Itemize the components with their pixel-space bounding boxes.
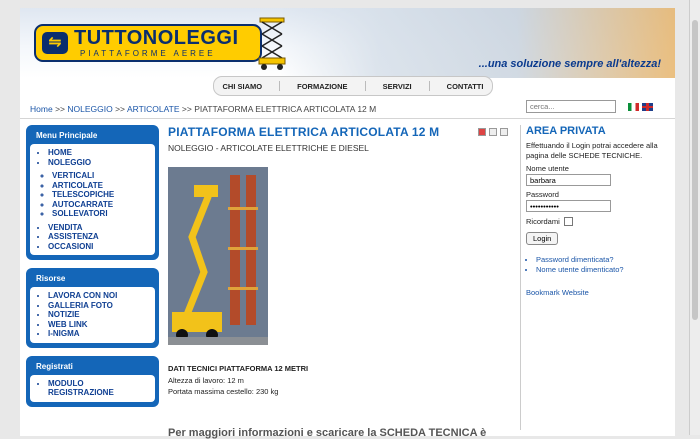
module-title: Registrati xyxy=(36,361,73,371)
technical-data-title: DATI TECNICI PIATTAFORMA 12 METRI xyxy=(168,364,309,373)
breadcrumb-current: PIATTAFORMA ELETTRICA ARTICOLATA 12 M xyxy=(194,104,377,114)
breadcrumb-separator: >> xyxy=(181,104,192,114)
column-divider xyxy=(520,125,521,430)
registrati-item-modulo-registrazione[interactable]: MODULO REGISTRAZIONE xyxy=(48,379,151,398)
breadcrumb-home[interactable]: Home xyxy=(30,104,53,114)
breadcrumb: Home >> NOLEGGIO >> ARTICOLATE >> PIATTA… xyxy=(30,104,376,114)
breadcrumb-separator: >> xyxy=(115,104,126,114)
submenu-item-articolate[interactable]: ARTICOLATE xyxy=(52,181,151,191)
print-icon[interactable] xyxy=(489,128,497,136)
risorse-item-lavora-con-noi[interactable]: LAVORA CON NOI xyxy=(48,291,151,301)
risorse-item-web-link[interactable]: WEB LINK xyxy=(48,320,151,330)
page: ⇋ TUTTONOLEGGI PIATTAFORME AEREE ...una … xyxy=(20,8,675,439)
technical-data-height: Altezza di lavoro: 12 m xyxy=(168,375,244,385)
content-area: Menu Principale HOME NOLEGGIO VERTICALI … xyxy=(20,118,675,439)
risorse-item-notizie[interactable]: NOTIZIE xyxy=(48,310,151,320)
module-body: LAVORA CON NOI GALLERIA FOTO NOTIZIE WEB… xyxy=(30,287,155,343)
module-body: HOME NOLEGGIO VERTICALI ARTICOLATE TELES… xyxy=(30,144,155,255)
breadcrumb-articolate[interactable]: ARTICOLATE xyxy=(127,104,180,114)
site-logo[interactable]: ⇋ TUTTONOLEGGI PIATTAFORME AEREE xyxy=(34,24,262,62)
risorse-item-i-nigma[interactable]: I-NIGMA xyxy=(48,329,151,339)
article-tools xyxy=(478,128,508,136)
nav-divider xyxy=(364,81,366,91)
module-title: Menu Principale xyxy=(36,131,98,140)
menu-item-occasioni[interactable]: OCCASIONI xyxy=(48,242,151,252)
more-info-text: Per maggiori informazioni e scaricare la… xyxy=(168,427,487,439)
email-icon[interactable] xyxy=(500,128,508,136)
submenu-item-telescopiche[interactable]: TELESCOPICHE xyxy=(52,190,151,200)
page-title: PIATTAFORMA ELETTRICA ARTICOLATA 12 M xyxy=(168,125,440,139)
risorse-module: Risorse LAVORA CON NOI GALLERIA FOTO NOT… xyxy=(26,268,159,348)
private-area-title: AREA PRIVATA xyxy=(526,125,606,137)
logo-subtitle: PIATTAFORME AEREE xyxy=(80,49,216,58)
breadcrumb-noleggio[interactable]: NOLEGGIO xyxy=(67,104,112,114)
article-category: NOLEGGIO - ARTICOLATE ELETTRICHE E DIESE… xyxy=(168,143,369,153)
main-content: PIATTAFORMA ELETTRICA ARTICOLATA 12 M NO… xyxy=(168,125,518,439)
scissor-lift-icon xyxy=(258,17,286,70)
login-button[interactable]: Login xyxy=(526,232,559,245)
right-sidebar: AREA PRIVATA Effettuando il Login potrai… xyxy=(526,125,666,297)
menu-item-vendita[interactable]: VENDITA xyxy=(48,223,151,233)
bookmark-website-link[interactable]: Bookmark Website xyxy=(526,288,666,297)
lift-logo-icon: ⇋ xyxy=(42,32,68,54)
menu-item-home[interactable]: HOME xyxy=(48,148,151,158)
forgot-password-link[interactable]: Password dimenticata? xyxy=(536,255,666,265)
nav-servizi[interactable]: SERVIZI xyxy=(383,82,412,91)
nav-contatti[interactable]: CONTATTI xyxy=(447,82,484,91)
nav-chi-siamo[interactable]: CHI SIAMO xyxy=(223,82,263,91)
header: ⇋ TUTTONOLEGGI PIATTAFORME AEREE ...una … xyxy=(20,8,675,78)
nav-divider xyxy=(279,81,281,91)
nav-formazione[interactable]: FORMAZIONE xyxy=(297,82,347,91)
account-links: Password dimenticata? Nome utente diment… xyxy=(526,255,666,274)
forgot-username-link[interactable]: Nome utente dimenticato? xyxy=(536,265,666,275)
submenu-item-verticali[interactable]: VERTICALI xyxy=(52,171,151,181)
slogan: ...una soluzione sempre all'altezza! xyxy=(478,58,661,70)
left-sidebar: Menu Principale HOME NOLEGGIO VERTICALI … xyxy=(26,125,159,415)
username-input[interactable] xyxy=(526,174,611,186)
remember-me-checkbox[interactable] xyxy=(563,217,573,226)
remember-me-row: Ricordami xyxy=(526,217,666,226)
menu-item-noleggio[interactable]: NOLEGGIO xyxy=(48,158,151,168)
submenu-item-autocarrate[interactable]: AUTOCARRATE xyxy=(52,200,151,210)
logo-title: TUTTONOLEGGI xyxy=(74,27,239,49)
menu-principale-module: Menu Principale HOME NOLEGGIO VERTICALI … xyxy=(26,125,159,260)
password-label: Password xyxy=(526,190,559,199)
risorse-item-galleria-foto[interactable]: GALLERIA FOTO xyxy=(48,301,151,311)
module-title: Risorse xyxy=(36,274,66,283)
private-area-intro: Effettuando il Login potrai accedere all… xyxy=(526,141,658,160)
menu-item-assistenza[interactable]: ASSISTENZA xyxy=(48,232,151,242)
italian-flag-icon[interactable] xyxy=(628,103,639,111)
scrollbar-thumb[interactable] xyxy=(692,20,698,320)
technical-data-capacity: Portata massima cestello: 230 kg xyxy=(168,387,279,396)
breadcrumb-separator: >> xyxy=(55,104,65,114)
password-input[interactable] xyxy=(526,200,611,212)
search-input[interactable] xyxy=(526,100,616,113)
submenu-item-sollevatori[interactable]: SOLLEVATORI xyxy=(52,209,151,219)
username-label: Nome utente xyxy=(526,164,569,173)
top-navigation: CHI SIAMO FORMAZIONE SERVIZI CONTATTI xyxy=(213,76,493,96)
technical-data: DATI TECNICI PIATTAFORMA 12 METRI Altezz… xyxy=(168,363,308,398)
vertical-scrollbar[interactable] xyxy=(689,0,700,435)
module-body: MODULO REGISTRAZIONE xyxy=(30,374,155,402)
nav-divider xyxy=(428,81,430,91)
remember-me-label: Ricordami xyxy=(526,217,560,226)
uk-flag-icon[interactable] xyxy=(642,103,653,111)
product-photo xyxy=(168,167,268,345)
registrati-module: Registrati MODULO REGISTRAZIONE xyxy=(26,355,159,407)
pdf-icon[interactable] xyxy=(478,128,486,136)
